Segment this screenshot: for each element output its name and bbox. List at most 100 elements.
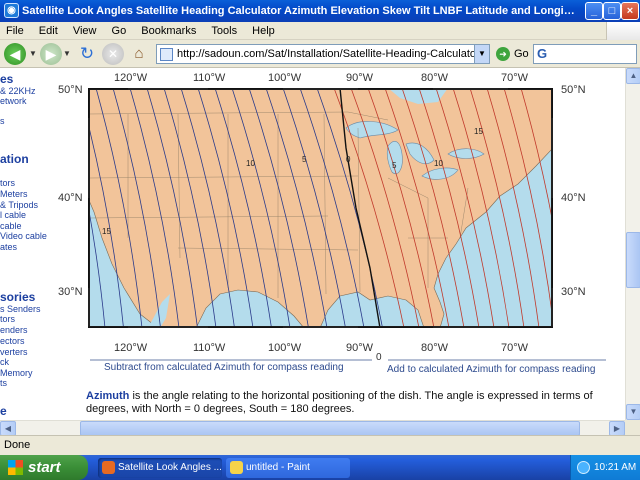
lat-label-right: 30°N — [561, 286, 586, 298]
lat-label-left: 50°N — [58, 84, 83, 96]
lat-label-left: 30°N — [58, 286, 83, 298]
sidebar-link[interactable]: cable — [0, 221, 22, 231]
task-firefox[interactable]: Satellite Look Angles ... — [98, 458, 222, 478]
sidebar-link[interactable]: verters — [0, 347, 28, 357]
system-tray: 10:21 AM — [570, 455, 640, 480]
firefox-icon: ◉ — [4, 3, 19, 18]
lon-label-bottom: 100°W — [268, 342, 302, 354]
sidebar-link[interactable]: & 22KHz — [0, 86, 36, 96]
sidebar-link[interactable]: Memory — [0, 368, 33, 378]
clock: 10:21 AM — [594, 462, 637, 473]
windows-flag-icon — [8, 460, 23, 475]
sidebar-link[interactable]: s Senders — [0, 304, 41, 314]
menu-view[interactable]: View — [67, 22, 103, 40]
scroll-left-icon[interactable]: ◀ — [0, 421, 16, 436]
sidebar-link[interactable]: tors — [0, 314, 15, 324]
menu-edit[interactable]: Edit — [33, 22, 64, 40]
horizontal-scroll-thumb[interactable] — [80, 421, 580, 436]
contour-label: 10 — [246, 159, 255, 168]
contour-label: 15 — [474, 127, 483, 136]
lon-label-top: 70°W — [501, 72, 529, 84]
lon-label-bottom: 90°W — [346, 342, 374, 354]
task-paint[interactable]: untitled - Paint — [226, 458, 350, 478]
forward-icon[interactable]: ▶ — [40, 43, 62, 65]
search-box[interactable]: G — [533, 44, 637, 64]
close-button[interactable]: × — [621, 2, 639, 20]
lon-label-top: 110°W — [193, 72, 226, 84]
stop-icon[interactable]: ✕ — [102, 43, 124, 65]
menu-help[interactable]: Help — [246, 22, 281, 40]
sidebar-link[interactable]: enders — [0, 325, 28, 335]
sidebar-link[interactable]: ates — [0, 242, 17, 252]
lon-label-top: 90°W — [346, 72, 374, 84]
minimize-button[interactable]: _ — [585, 2, 603, 20]
sidebar-link[interactable]: Meters — [0, 189, 28, 199]
menu-go[interactable]: Go — [106, 22, 133, 40]
reload-icon[interactable]: ↻ — [76, 43, 98, 65]
lon-label-top: 120°W — [114, 72, 148, 84]
sidebar-link[interactable]: ts — [0, 378, 7, 388]
back-dropdown-icon[interactable]: ▼ — [28, 43, 38, 65]
sidebar: es & 22KHz etwork s ation tors Meters & Tripods… — [0, 68, 82, 420]
page-icon — [160, 48, 173, 61]
start-label: start — [28, 459, 61, 476]
sidebar-link[interactable]: tors — [0, 178, 15, 188]
throbber-icon — [606, 22, 640, 40]
contour-label: 5 — [392, 161, 397, 170]
address-dropdown-icon[interactable]: ▼ — [474, 45, 489, 63]
paint-task-icon — [230, 461, 243, 474]
task-label: Satellite Look Angles ... — [118, 462, 222, 473]
sidebar-link[interactable]: e — [0, 404, 7, 418]
menu-tools[interactable]: Tools — [205, 22, 243, 40]
sidebar-link[interactable]: ation — [0, 152, 29, 166]
sidebar-link[interactable]: etwork — [0, 96, 27, 106]
lon-label-bottom: 70°W — [501, 342, 529, 354]
address-text: http://sadoun.com/Sat/Installation/Satel… — [177, 48, 490, 60]
contour-label: 5 — [302, 155, 307, 164]
google-logo: G — [537, 46, 548, 61]
network-icon[interactable] — [577, 461, 590, 474]
navigation-toolbar: ◀ ▼ ▶ ▼ ↻ ✕ ⌂ http://sadoun.com/Sat/Inst… — [0, 40, 640, 68]
scroll-up-icon[interactable]: ▲ — [626, 68, 640, 84]
menu-bar: File Edit View Go Bookmarks Tools Help — [0, 22, 640, 40]
go-arrow-icon: ➜ — [496, 47, 510, 61]
sidebar-link[interactable]: es — [0, 72, 13, 86]
azimuth-term: Azimuth — [86, 390, 130, 402]
home-icon[interactable]: ⌂ — [128, 43, 150, 65]
menu-file[interactable]: File — [0, 22, 30, 40]
lon-label-bottom: 80°W — [421, 342, 449, 354]
contour-label: 15 — [102, 227, 111, 236]
taskbar: start Satellite Look Angles ... untitled… — [0, 455, 640, 480]
lon-label-top: 100°W — [268, 72, 302, 84]
sidebar-link[interactable]: l cable — [0, 210, 26, 220]
scroll-down-icon[interactable]: ▼ — [626, 404, 640, 420]
forward-dropdown-icon[interactable]: ▼ — [62, 43, 72, 65]
scroll-right-icon[interactable]: ▶ — [609, 421, 625, 436]
map-svg: 15 10 5 0 5 10 15 — [88, 88, 553, 328]
lat-label-left: 40°N — [58, 192, 83, 204]
status-text: Done — [4, 439, 31, 451]
firefox-task-icon — [102, 461, 115, 474]
vertical-scrollbar[interactable]: ▲ ▼ — [625, 68, 640, 420]
sidebar-link[interactable]: s — [0, 116, 5, 126]
status-bar: Done — [0, 435, 640, 453]
caption-subtract: Subtract from calculated Azimuth for com… — [104, 362, 344, 373]
lon-label-bottom: 110°W — [193, 342, 226, 354]
go-button[interactable]: ➜ Go — [496, 45, 529, 63]
address-bar[interactable]: http://sadoun.com/Sat/Installation/Satel… — [156, 44, 490, 64]
sidebar-link[interactable]: sories — [0, 290, 35, 304]
magnetic-declination-map: 15 10 5 0 5 10 15 — [88, 88, 553, 328]
sidebar-link[interactable]: Video cable — [0, 231, 47, 241]
back-icon[interactable]: ◀ — [4, 43, 26, 65]
scroll-thumb[interactable] — [626, 232, 640, 288]
start-button[interactable]: start — [0, 455, 88, 480]
horizontal-scrollbar[interactable]: ◀ ▶ — [0, 420, 625, 436]
maximize-button[interactable]: □ — [603, 2, 621, 20]
menu-bookmarks[interactable]: Bookmarks — [135, 22, 202, 40]
sidebar-link[interactable]: ck — [0, 357, 9, 367]
sidebar-link[interactable]: ectors — [0, 336, 25, 346]
azimuth-paragraph: Azimuth is the angle relating to the hor… — [86, 390, 596, 416]
sidebar-link[interactable]: & Tripods — [0, 200, 38, 210]
title-bar: ◉ Satellite Look Angles Satellite Headin… — [0, 0, 640, 22]
go-label: Go — [514, 48, 529, 60]
